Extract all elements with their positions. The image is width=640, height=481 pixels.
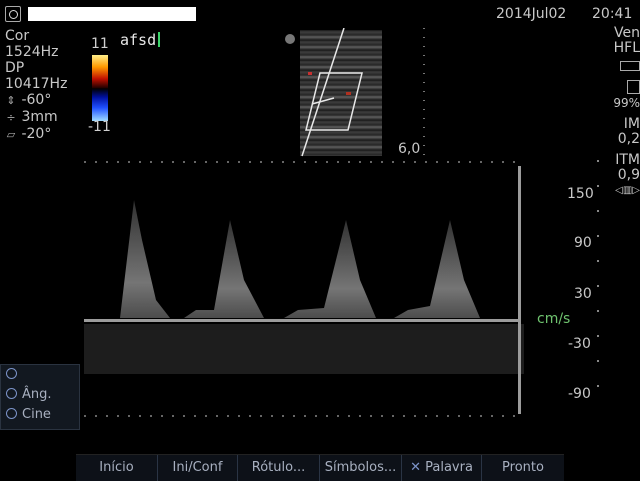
date-display: 2014Jul02 <box>496 6 567 22</box>
color-flow-spot <box>346 92 351 95</box>
close-icon: ✕ <box>410 460 421 475</box>
color-flow-spot <box>308 72 312 75</box>
systolic-peak <box>394 220 480 318</box>
color-scale-max: 11 <box>91 36 109 52</box>
annotation-text[interactable]: afsd <box>120 31 161 49</box>
knob-icon <box>6 388 17 399</box>
softkey-done[interactable]: Pronto <box>482 455 564 481</box>
param-color-freq: 1524Hz <box>5 44 59 60</box>
battery-icon <box>620 61 640 71</box>
softkey-home[interactable]: Início <box>76 455 158 481</box>
param-prf: 10417Hz <box>5 76 68 92</box>
param-angle: ⇕ -60° <box>6 92 52 108</box>
color-box <box>305 72 363 131</box>
gate-marker <box>311 97 335 105</box>
systolic-peak <box>120 200 170 318</box>
doppler-cursor-line <box>301 28 345 157</box>
im-value: 0,2 <box>617 131 640 147</box>
softkey-start-config[interactable]: Ini/Conf <box>158 455 238 481</box>
patient-name-redacted <box>28 7 196 21</box>
depth-value: 6,0 <box>398 141 421 157</box>
velocity-axis-line <box>518 166 521 414</box>
side-menu: Âng. Cine <box>0 364 80 430</box>
softkey-word[interactable]: ✕ Palavra <box>402 455 482 481</box>
angle-icon: ⇕ <box>6 94 16 107</box>
logo-icon <box>5 6 21 22</box>
velocity-tick: 90 <box>574 235 592 251</box>
velocity-tick: 30 <box>574 286 592 302</box>
time-display: 20:41 <box>592 6 633 22</box>
spectral-doppler-trace <box>84 161 524 417</box>
knob-icon <box>6 368 17 379</box>
preset-label-1: Ven <box>614 25 640 41</box>
param-mode: Cor <box>5 28 30 44</box>
softkey-bar: Início Ini/Conf Rótulo... Símbolos... ✕ … <box>76 454 564 481</box>
steer-icon: ▱ <box>6 128 16 141</box>
color-scale-bar <box>92 55 108 121</box>
systolic-peak <box>284 220 376 318</box>
text-cursor <box>158 32 161 47</box>
param-gate: ÷ 3mm <box>6 109 58 125</box>
top-bar: 2014Jul02 20:41 <box>0 0 640 30</box>
side-menu-item-cine[interactable]: Cine <box>1 405 79 425</box>
velocity-unit: cm/s <box>537 311 571 327</box>
battery-percent: 99% <box>613 96 640 110</box>
storage-icon <box>627 80 640 94</box>
im-label: IM <box>623 116 640 132</box>
param-dp: DP <box>5 60 25 76</box>
scroll-arrows-icon: ◁▥▷ <box>615 185 640 196</box>
right-info-panel: Ven HFL 99% IM 0,2 ITM 0,9 ◁▥▷ <box>600 26 640 198</box>
velocity-tick: -90 <box>568 386 591 402</box>
knob-icon <box>6 408 17 419</box>
velocity-tick: 150 <box>567 186 594 202</box>
side-menu-item[interactable] <box>1 365 79 385</box>
color-scale-min: -11 <box>88 119 111 135</box>
systolic-peak <box>184 220 264 318</box>
velocity-tick: -30 <box>568 336 591 352</box>
softkey-symbols[interactable]: Símbolos... <box>320 455 402 481</box>
reverse-flow-noise <box>84 324 524 374</box>
softkey-label[interactable]: Rótulo... <box>238 455 320 481</box>
velocity-tick-marks <box>597 160 599 410</box>
itm-label: ITM <box>615 152 640 168</box>
itm-value: 0,9 <box>617 167 640 183</box>
doppler-baseline[interactable] <box>84 319 520 322</box>
gate-size-icon: ÷ <box>6 111 16 124</box>
imaging-parameters: Cor 1524Hz DP 10417Hz ⇕ -60° ÷ 3mm ▱ -20… <box>5 28 67 143</box>
preset-label-2: HFL <box>613 40 640 56</box>
param-steer: ▱ -20° <box>6 126 52 142</box>
side-menu-item-angle[interactable]: Âng. <box>1 385 79 405</box>
